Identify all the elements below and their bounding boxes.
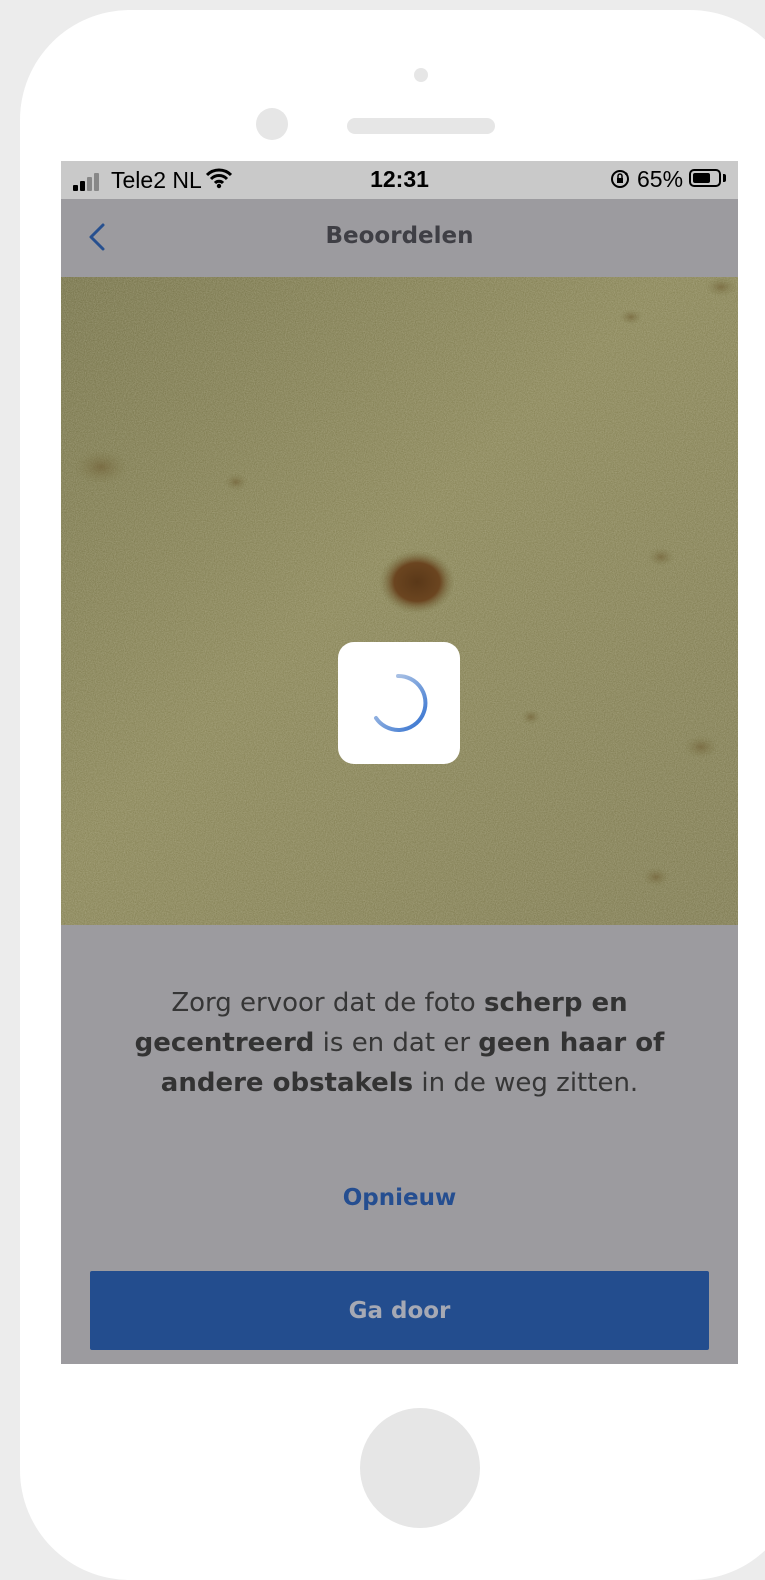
retry-button[interactable]: Opnieuw <box>61 1185 738 1211</box>
app-screen: Tele2 NL 12:31 65% Beoordelen Zorg ervoo… <box>61 161 738 1364</box>
proximity-sensor <box>414 68 428 82</box>
battery-tip <box>723 174 726 182</box>
battery-icon <box>689 169 721 187</box>
photo-instructions: Zorg ervoor dat de foto scherp en gecent… <box>121 983 678 1103</box>
navigation-bar: Beoordelen <box>61 199 738 277</box>
earpiece-speaker <box>347 118 495 134</box>
home-button[interactable] <box>360 1408 480 1528</box>
page-title: Beoordelen <box>325 223 474 249</box>
loading-indicator <box>338 642 460 764</box>
instructions-text-2: is en dat er <box>314 1028 479 1058</box>
orientation-lock-icon <box>609 168 631 196</box>
instructions-text-3: in de weg zitten. <box>413 1068 639 1098</box>
front-camera <box>256 108 288 140</box>
continue-button[interactable]: Ga door <box>90 1271 709 1350</box>
status-bar: Tele2 NL 12:31 65% <box>61 161 738 199</box>
spinner-icon <box>374 673 428 732</box>
battery-percentage: 65% <box>637 166 684 192</box>
skin-photo <box>61 277 738 925</box>
instructions-text-1: Zorg ervoor dat de foto <box>171 988 484 1018</box>
